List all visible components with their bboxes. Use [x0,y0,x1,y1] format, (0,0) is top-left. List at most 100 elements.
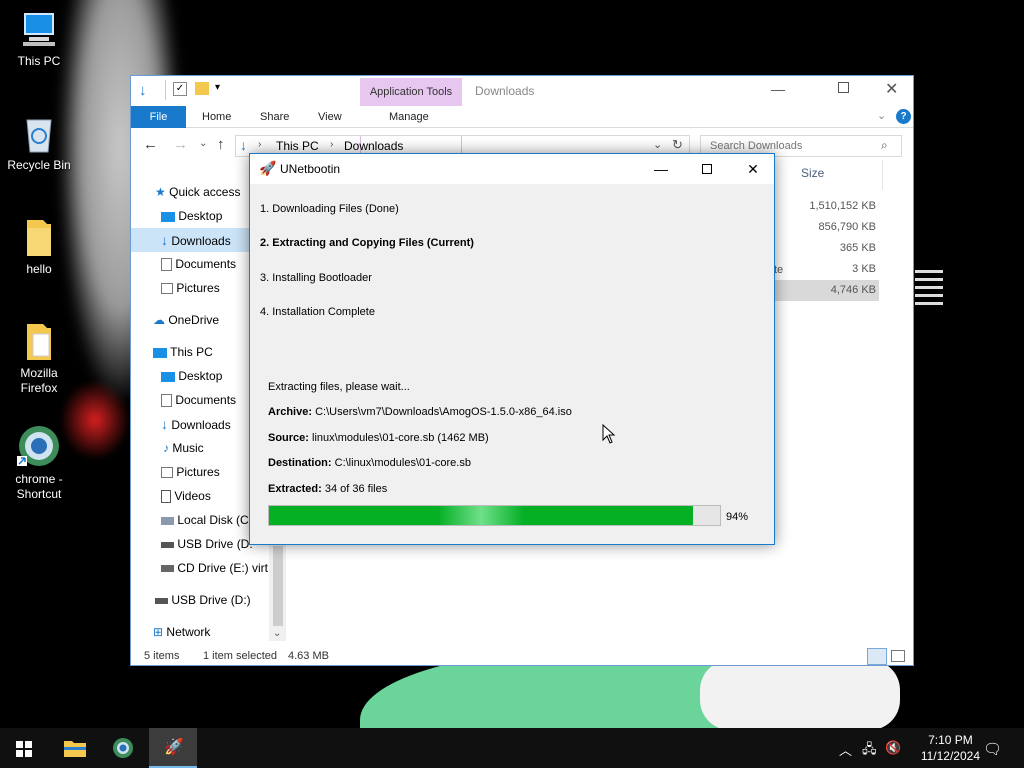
close-button[interactable]: ✕ [885,79,898,99]
new-folder-icon[interactable] [195,82,209,95]
step-extracting: 2. Extracting and Copying Files (Current… [260,237,474,249]
ribbon-expand-icon[interactable]: ⌄ [877,109,886,122]
tab-file[interactable]: File [131,106,186,128]
explorer-title-bar: ↓ ✓ ▾ Application Tools Downloads — ✕ [131,76,913,106]
usb-drive-icon [161,541,174,548]
clock-date: 11/12/2024 [920,749,980,763]
application-tools-group: Application Tools [360,78,462,106]
folder-icon [64,741,86,757]
extracted-count: 34 of 36 files [324,483,388,495]
computer-icon [23,13,55,46]
step-bootloader: 3. Installing Bootloader [260,272,372,284]
folder-icon [27,220,51,256]
minimize-button[interactable]: — [771,81,785,97]
video-icon [161,490,171,504]
taskbar-file-explorer[interactable] [50,728,98,768]
up-arrow-icon[interactable]: ↑ [217,136,225,153]
help-icon[interactable]: ? [896,109,911,124]
large-icons-view-icon[interactable] [891,650,905,662]
chevron-right-icon: › [258,139,262,150]
nav-cd-drive[interactable]: CD Drive (E:) virt [131,556,286,580]
drive-icon [161,516,174,525]
recycle-bin-icon [26,119,52,153]
download-arrow-icon: ↓ [240,137,247,153]
taskbar-chrome[interactable] [99,728,147,768]
unetbootin-title-bar: 🚀 UNetbootin — ✕ [250,154,774,184]
start-button[interactable] [0,728,48,768]
unetbootin-title: UNetbootin [280,162,341,176]
back-arrow-icon[interactable]: ← [143,136,158,153]
volume-muted-icon[interactable]: 🔇 [885,740,901,756]
tab-share[interactable]: Share [251,106,298,128]
taskbar-clock[interactable]: 7:10 PM 11/12/2024 [921,732,980,764]
close-button[interactable]: ✕ [730,154,776,184]
desktop-icon-firefox[interactable]: Mozilla Firefox [4,320,74,396]
status-size: 4.63 MB [288,650,329,662]
computer-icon [153,347,167,358]
status-item-count: 5 items [144,650,180,662]
notifications-icon[interactable]: 🗨 [983,740,1002,758]
breadcrumb-this-pc[interactable]: This PC [276,139,319,153]
folder-shortcut-icon [27,324,51,360]
status-selected: 1 item selected [203,650,277,662]
chrome-icon [17,426,59,466]
archive-path: C:\Users\vm7\Downloads\AmogOS-1.5.0-x86_… [315,406,572,418]
desktop-icon-label: Recycle Bin [7,158,71,172]
file-size: 4,746 KB [830,284,876,296]
address-dropdown-icon[interactable]: ⌄ [653,138,662,151]
breadcrumb-downloads[interactable]: Downloads [344,139,403,153]
details-view-icon[interactable] [867,648,887,665]
explorer-title: Downloads [475,84,535,98]
document-icon [161,258,172,272]
document-icon [161,394,172,408]
step-complete: 4. Installation Complete [260,306,375,318]
file-size: 1,510,152 KB [809,200,876,212]
desktop-icon-this-pc[interactable]: This PC [4,10,74,69]
clock-time: 7:10 PM [928,733,973,747]
column-header-size[interactable]: Size [801,166,824,180]
progress-percent: 94% [726,511,749,523]
download-arrow-icon: ↓ [139,82,147,99]
music-note-icon: ♪ [163,441,169,455]
status-bar: 5 items 1 item selected 4.63 MB [131,646,913,666]
maximize-button[interactable] [838,82,849,93]
forward-arrow-icon[interactable]: → [173,136,188,153]
tab-home[interactable]: Home [193,106,240,128]
desktop-icon-recycle-bin[interactable]: Recycle Bin [4,112,74,173]
scroll-down-icon[interactable]: ⌄ [273,628,281,639]
extracted-line: Extracted: 34 of 36 files [268,483,388,495]
nav-network[interactable]: ⊞ Network [131,620,286,644]
tab-manage[interactable]: Manage [380,106,438,128]
taskbar: 🚀 ︿ 🖧 🔇 7:10 PM 11/12/2024 🗨 [0,728,1024,768]
network-status-icon[interactable]: 🖧 [862,740,877,762]
show-hidden-icons-icon[interactable]: ︿ [839,740,852,759]
desktop-icon-chrome[interactable]: chrome - Shortcut [4,424,74,502]
desktop-icon [161,371,175,382]
nav-scrollbar-thumb[interactable] [273,546,283,626]
desktop-icon-label: Mozilla Firefox [20,366,58,395]
refresh-icon[interactable]: ↻ [672,137,683,153]
destination-path: C:\linux\modules\01-core.sb [334,457,471,469]
recent-locations-icon[interactable]: ⌄ [199,138,207,149]
taskbar-unetbootin[interactable]: 🚀 [149,728,197,768]
properties-icon[interactable]: ✓ [173,82,187,96]
archive-line: Archive: C:\Users\vm7\Downloads\AmogOS-1… [268,406,572,418]
search-icon: ⌕ [881,138,888,152]
file-size: 3 KB [852,263,876,275]
rocket-icon: 🚀 [164,739,184,756]
desktop-icon-label: chrome - Shortcut [15,472,63,501]
tab-view[interactable]: View [309,106,351,128]
quick-access-dropdown-icon[interactable]: ▾ [215,82,220,93]
chrome-icon [113,738,133,758]
pictures-icon [161,283,173,295]
minimize-button[interactable]: — [638,154,684,184]
pictures-icon [161,467,173,479]
nav-usb-drive-root[interactable]: USB Drive (D:) [131,588,286,612]
file-size: 856,790 KB [818,221,877,233]
desktop-icon [161,211,175,222]
wallpaper-white-shape [700,660,900,730]
maximize-button[interactable] [684,154,730,184]
usb-drive-icon [155,597,168,604]
desktop-icon-hello-folder[interactable]: hello [4,216,74,277]
status-message: Extracting files, please wait... [268,381,410,393]
